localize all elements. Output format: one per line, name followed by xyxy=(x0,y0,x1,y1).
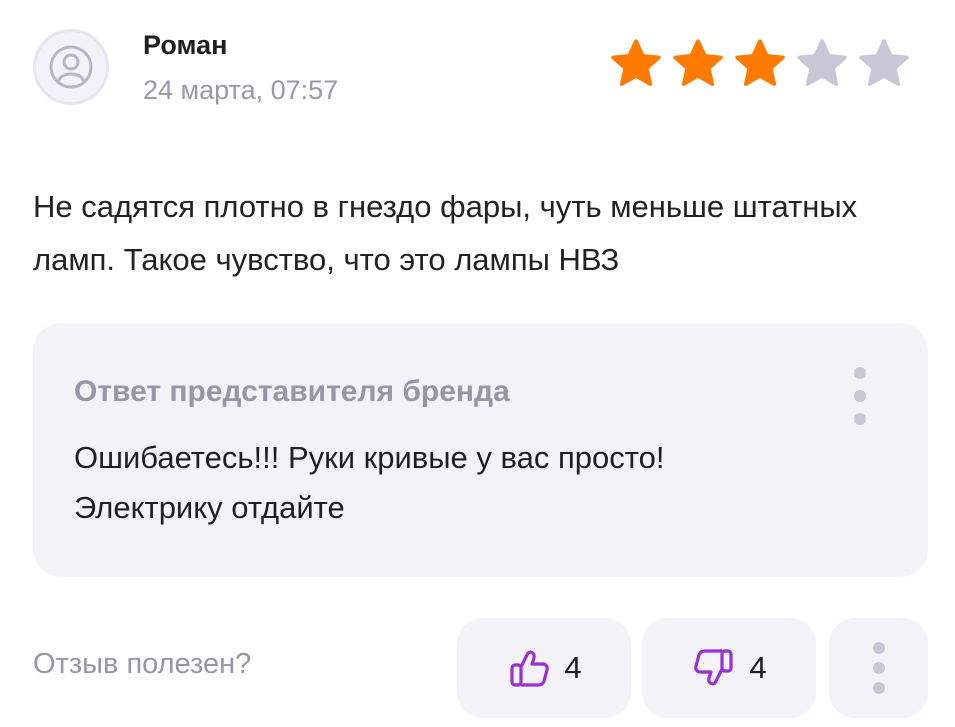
brand-reply: Ответ представителя бренда Ошибаетесь!!!… xyxy=(33,323,928,577)
star-icon xyxy=(735,39,785,86)
star-icon xyxy=(859,39,909,86)
review-date: 24 марта, 07:57 xyxy=(143,75,339,105)
star-icon xyxy=(673,39,723,86)
more-vertical-icon xyxy=(872,642,885,654)
review-card: Роман 24 марта, 07:57 Не садятся плотно … xyxy=(0,0,955,727)
dislike-button[interactable]: 4 xyxy=(642,618,816,718)
thumbs-down-icon xyxy=(694,649,733,686)
thumbs-up-icon xyxy=(510,650,550,687)
reply-title: Ответ представителя бренда xyxy=(74,375,510,408)
more-options-button[interactable] xyxy=(829,618,928,718)
user-icon xyxy=(49,45,93,89)
star-rating xyxy=(608,36,912,92)
reply-more-icon[interactable] xyxy=(848,367,872,425)
review-author: Роман xyxy=(143,30,228,60)
star-icon xyxy=(797,39,847,86)
star-icon xyxy=(611,39,661,86)
dislike-count: 4 xyxy=(749,650,767,685)
like-button[interactable]: 4 xyxy=(457,618,631,718)
like-count: 4 xyxy=(564,650,582,685)
review-text: Не садятся плотно в гнездо фары, чуть ме… xyxy=(33,189,858,277)
reply-text: Ошибаетесь!!! Руки кривые у вас просто! … xyxy=(74,440,665,525)
helpful-question: Отзыв полезен? xyxy=(33,648,252,680)
avatar xyxy=(33,29,109,105)
